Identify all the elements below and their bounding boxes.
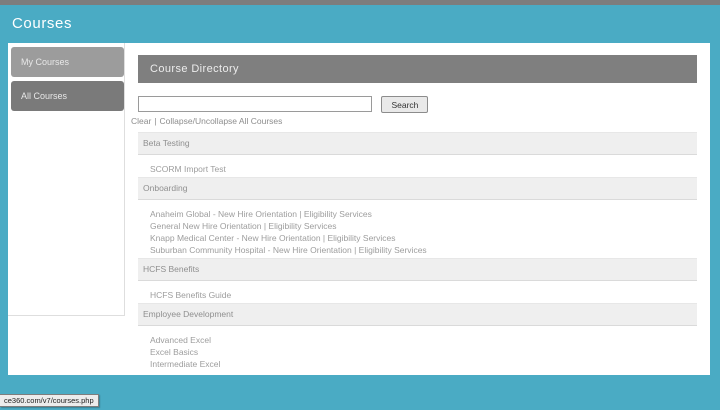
course-directory-header: Course Directory: [138, 55, 697, 83]
course-link[interactable]: Advanced Excel: [150, 334, 697, 346]
course-link[interactable]: HCFS Benefits Guide: [150, 289, 697, 301]
search-button[interactable]: Search: [381, 96, 428, 113]
course-link[interactable]: Knapp Medical Center - New Hire Orientat…: [150, 232, 697, 244]
section-bar-hcfs-benefits[interactable]: HCFS Benefits: [138, 258, 697, 281]
sidebar-item-my-courses[interactable]: My Courses: [11, 47, 124, 77]
course-list: Advanced Excel Excel Basics Intermediate…: [131, 326, 697, 372]
course-link[interactable]: Anaheim Global - New Hire Orientation | …: [150, 208, 697, 220]
search-input[interactable]: [138, 96, 372, 112]
course-link[interactable]: Suburban Community Hospital - New Hire O…: [150, 244, 697, 256]
section-bar-onboarding[interactable]: Onboarding: [138, 177, 697, 200]
course-link[interactable]: General New Hire Orientation | Eligibili…: [150, 220, 697, 232]
link-separator: |: [154, 116, 156, 126]
window-top-strip: [0, 0, 720, 5]
course-sections: Beta Testing SCORM Import Test Onboardin…: [131, 132, 697, 372]
course-link[interactable]: Excel Basics: [150, 346, 697, 358]
course-link[interactable]: SCORM Import Test: [150, 163, 697, 175]
collapse-all-link[interactable]: Collapse/Uncollapse All Courses: [160, 116, 283, 126]
sidebar: My Courses All Courses: [8, 43, 125, 316]
list-controls: Clear| Collapse/Uncollapse All Courses: [131, 116, 697, 127]
sidebar-item-label: My Courses: [21, 57, 69, 67]
search-row: Search: [138, 96, 697, 114]
main-content: Course Directory Search Clear| Collapse/U…: [131, 55, 697, 372]
status-url-tooltip: ce360.com/v7/courses.php: [0, 394, 99, 407]
clear-link[interactable]: Clear: [131, 116, 151, 126]
page-title: Courses: [12, 15, 72, 32]
course-link[interactable]: Intermediate Excel: [150, 358, 697, 370]
content-card: My Courses All Courses Course Directory …: [8, 43, 710, 375]
course-list: SCORM Import Test: [131, 155, 697, 177]
section-bar-beta-testing[interactable]: Beta Testing: [138, 132, 697, 155]
course-list: Anaheim Global - New Hire Orientation | …: [131, 200, 697, 258]
course-list: HCFS Benefits Guide: [131, 281, 697, 303]
sidebar-item-label: All Courses: [21, 91, 67, 101]
section-bar-employee-development[interactable]: Employee Development: [138, 303, 697, 326]
sidebar-item-all-courses[interactable]: All Courses: [11, 81, 124, 111]
